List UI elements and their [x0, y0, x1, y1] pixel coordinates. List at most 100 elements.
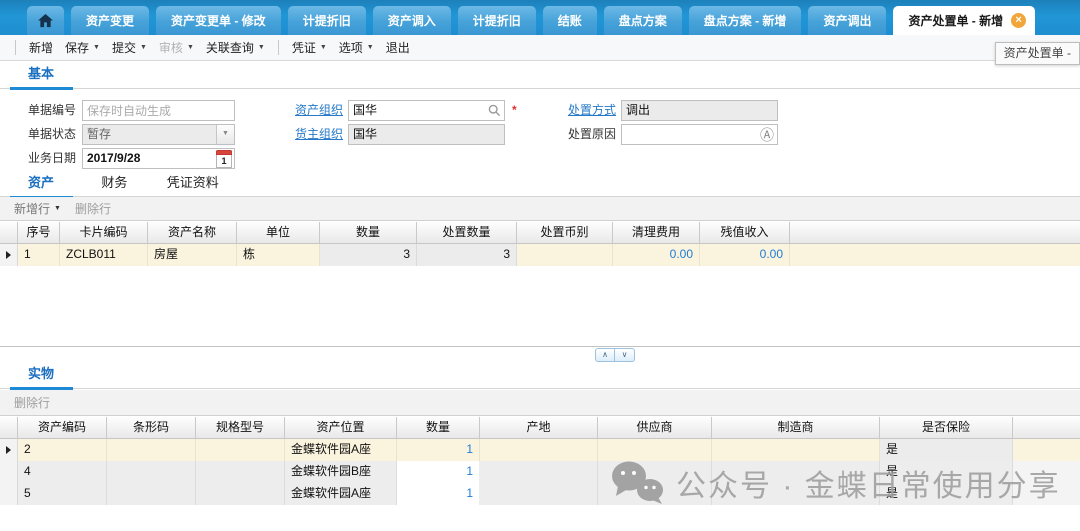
new-button[interactable]: 新增 [23, 39, 59, 56]
col-header[interactable]: 条形码 [107, 417, 196, 439]
tab-label: 资产变更单 - 修改 [171, 12, 266, 29]
col-header[interactable]: 数量 [397, 417, 480, 439]
tab-home[interactable] [27, 6, 64, 35]
options-button[interactable]: 选项▼ [333, 39, 380, 56]
search-icon[interactable] [488, 104, 501, 123]
cell-barcode[interactable] [107, 439, 196, 461]
save-button[interactable]: 保存▼ [59, 39, 106, 56]
watermark-text: 公众号 · 金蝶日常使用分享 [676, 461, 1061, 505]
delete-row-button[interactable]: 删除行 [14, 394, 50, 411]
toolbar-divider [15, 40, 16, 55]
col-header[interactable]: 产地 [480, 417, 598, 439]
cell-card-no[interactable]: ZCLB011 [60, 244, 148, 266]
add-row-button[interactable]: 新增行▼ [14, 200, 61, 217]
cell-model[interactable] [196, 439, 285, 461]
col-header[interactable]: 残值收入 [700, 222, 790, 244]
cell-origin[interactable] [480, 483, 598, 505]
col-header[interactable]: 清理费用 [613, 222, 700, 244]
cell-model[interactable] [196, 483, 285, 505]
cell-residual-income[interactable]: 0.00 [700, 244, 790, 266]
cell-qty[interactable]: 1 [397, 439, 480, 461]
tab-inventory-plan[interactable]: 盘点方案 [604, 6, 682, 35]
asset-table-row[interactable]: 1 ZCLB011 房屋 栋 3 3 0.00 0.00 [0, 244, 1080, 266]
cell-barcode[interactable] [107, 483, 196, 505]
audit-button[interactable]: 审核▼ [153, 39, 200, 56]
cell-code[interactable]: 4 [18, 461, 107, 483]
owner-org-link[interactable]: 货主组织 [283, 124, 343, 145]
cell-asset-name[interactable]: 房屋 [148, 244, 237, 266]
collapse-up-icon[interactable]: ∧ [595, 348, 615, 362]
col-header[interactable]: 规格型号 [196, 417, 285, 439]
col-header[interactable]: 序号 [18, 222, 60, 244]
cell-manufacturer[interactable] [712, 439, 880, 461]
cell-code[interactable]: 5 [18, 483, 107, 505]
col-header[interactable]: 处置数量 [417, 222, 517, 244]
tab-asset-change-bill-edit[interactable]: 资产变更单 - 修改 [156, 6, 281, 35]
related-query-button[interactable]: 关联查询▼ [200, 39, 271, 56]
col-header[interactable]: 数量 [320, 222, 417, 244]
submit-button[interactable]: 提交▼ [106, 39, 153, 56]
close-icon[interactable]: × [1011, 13, 1026, 28]
tab-closing[interactable]: 结账 [543, 6, 597, 35]
tab-finance[interactable]: 财务 [101, 172, 127, 197]
cell-supplier[interactable] [598, 439, 712, 461]
tab-physical[interactable]: 实物 [28, 363, 54, 388]
chevron-down-icon[interactable]: ▼ [216, 125, 234, 144]
calendar-icon[interactable]: 1 [216, 150, 232, 168]
tab-asset-transfer-out[interactable]: 资产调出 [808, 6, 886, 35]
cell-seq[interactable]: 1 [18, 244, 60, 266]
collapse-down-icon[interactable]: ∨ [615, 348, 635, 362]
cell-code[interactable]: 2 [18, 439, 107, 461]
tab-depreciation-2[interactable]: 计提折旧 [458, 6, 536, 35]
cell-qty[interactable]: 1 [397, 483, 480, 505]
asset-org-link[interactable]: 资产组织 [283, 100, 343, 121]
grid-divider [0, 346, 1080, 347]
tab-asset-disposal-new[interactable]: 资产处置单 - 新增 × [893, 6, 1035, 35]
bill-status-select[interactable]: 暂存 ▼ [82, 124, 235, 145]
asset-org-input[interactable]: 国华 [348, 100, 505, 121]
disposal-mode-link[interactable]: 处置方式 [556, 100, 616, 121]
tab-basic[interactable]: 基本 [28, 63, 54, 88]
main-toolbar: 新增 保存▼ 提交▼ 审核▼ 关联查询▼ 凭证▼ 选项▼ 退出 [0, 35, 1080, 61]
cell-currency[interactable] [517, 244, 613, 266]
cell-origin[interactable] [480, 461, 598, 483]
cell-location[interactable]: 金蝶软件园B座 [285, 461, 397, 483]
cell-clean-fee[interactable]: 0.00 [613, 244, 700, 266]
col-header[interactable]: 单位 [237, 222, 320, 244]
cell-model[interactable] [196, 461, 285, 483]
chevron-down-icon: ▼ [140, 44, 147, 51]
cell-origin[interactable] [480, 439, 598, 461]
tab-voucher-info[interactable]: 凭证资料 [167, 172, 219, 197]
cell-unit[interactable]: 栋 [237, 244, 320, 266]
col-header[interactable]: 资产位置 [285, 417, 397, 439]
exit-button[interactable]: 退出 [380, 39, 416, 56]
tab-inventory-plan-new[interactable]: 盘点方案 - 新增 [689, 6, 802, 35]
disposal-reason-input[interactable]: Ⓐ [621, 124, 778, 145]
cell-location[interactable]: 金蝶软件园A座 [285, 439, 397, 461]
cell-location[interactable]: 金蝶软件园A座 [285, 483, 397, 505]
bill-no-input[interactable] [82, 100, 235, 121]
chevron-down-icon: ▼ [320, 44, 327, 51]
col-header[interactable]: 处置币别 [517, 222, 613, 244]
col-header[interactable]: 卡片编码 [60, 222, 148, 244]
biz-date-input[interactable]: 2017/9/28 1 [82, 148, 235, 169]
cell-barcode[interactable] [107, 461, 196, 483]
cell-disposal-qty[interactable]: 3 [417, 244, 517, 266]
multilanguage-icon[interactable]: Ⓐ [760, 127, 774, 143]
cell-qty[interactable]: 1 [397, 461, 480, 483]
col-header[interactable]: 供应商 [598, 417, 712, 439]
delete-row-button[interactable]: 删除行 [75, 200, 111, 217]
cell-qty[interactable]: 3 [320, 244, 417, 266]
physical-table-row[interactable]: 2 金蝶软件园A座 1 是 [0, 439, 1080, 461]
tab-label: 资产调出 [823, 12, 871, 29]
col-header[interactable]: 是否保险 [880, 417, 1013, 439]
tab-depreciation-1[interactable]: 计提折旧 [288, 6, 366, 35]
tab-asset-change[interactable]: 资产变更 [71, 6, 149, 35]
col-header[interactable]: 资产名称 [148, 222, 237, 244]
tab-asset-detail[interactable]: 资产 [28, 172, 54, 197]
col-header[interactable]: 资产编码 [18, 417, 107, 439]
voucher-button[interactable]: 凭证▼ [286, 39, 333, 56]
col-header[interactable]: 制造商 [712, 417, 880, 439]
cell-insured[interactable]: 是 [880, 439, 1013, 461]
tab-asset-transfer-in[interactable]: 资产调入 [373, 6, 451, 35]
